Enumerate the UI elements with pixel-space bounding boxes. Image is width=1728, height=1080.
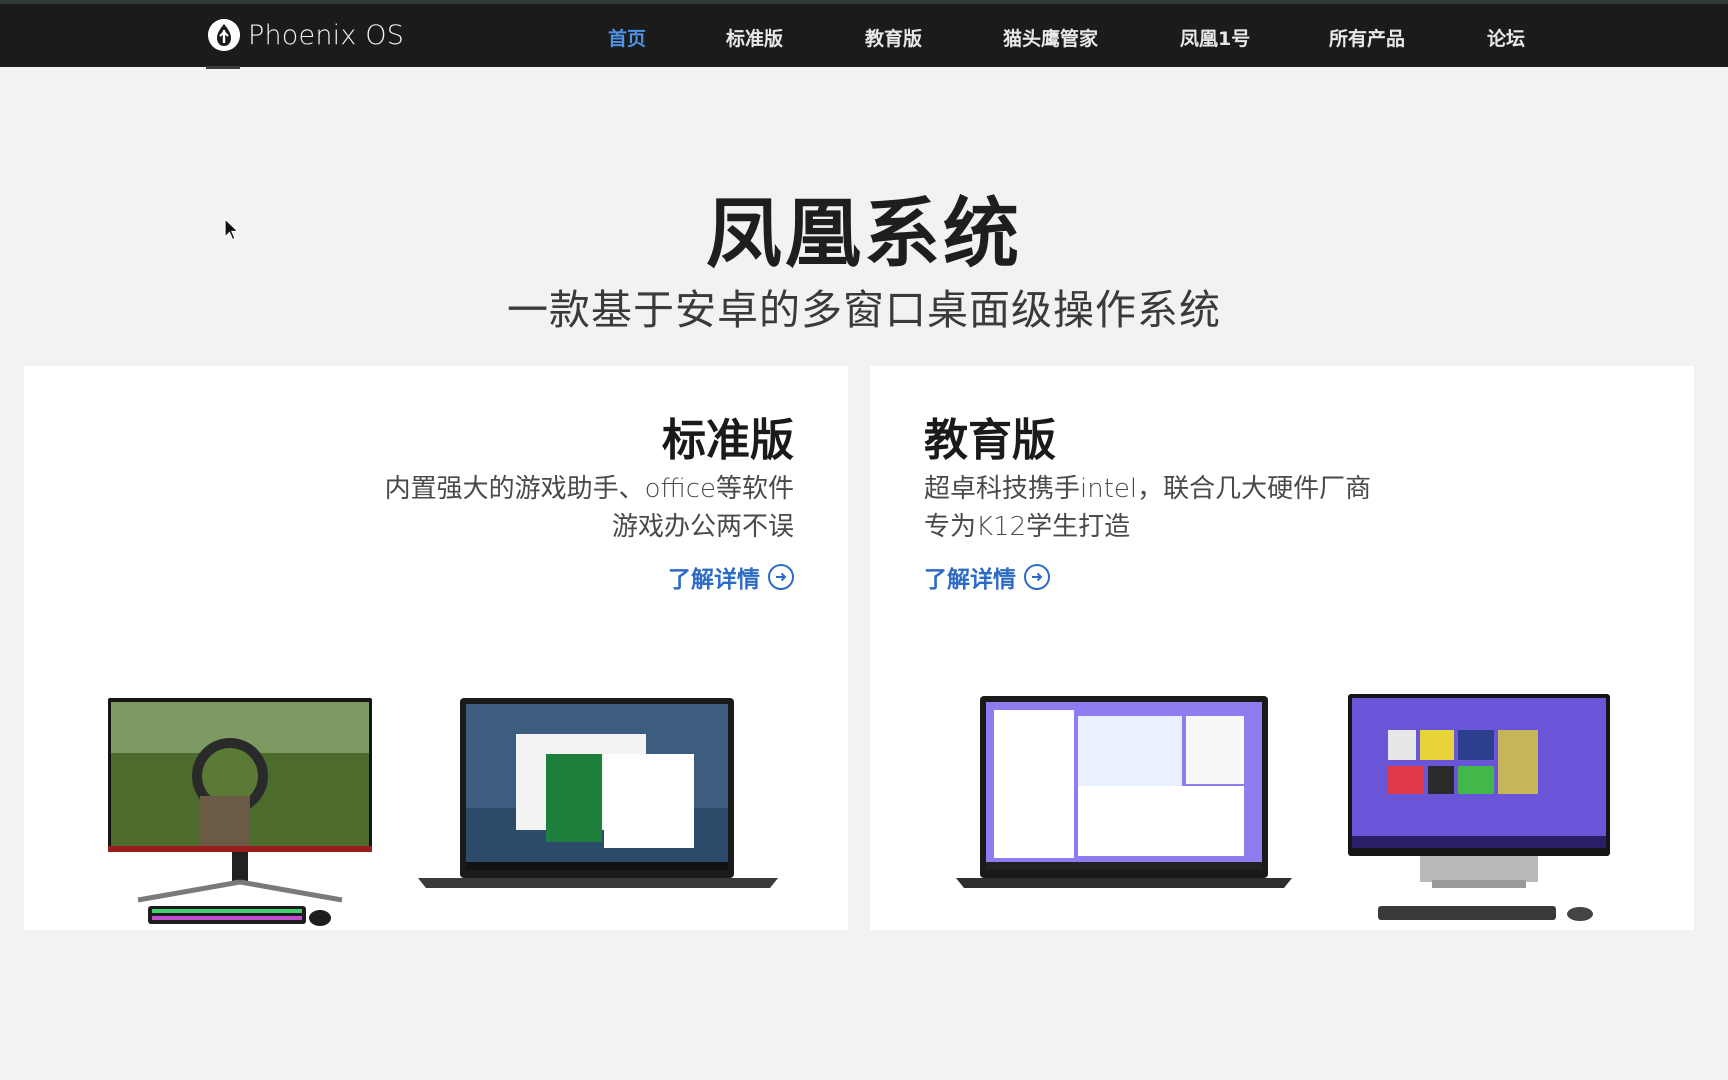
more-link-label: 了解详情 bbox=[924, 567, 1016, 593]
card-standard-desc-line1: 内置强大的游戏助手、office等软件 bbox=[384, 474, 794, 504]
card-education-title: 教育版 bbox=[924, 415, 1056, 466]
logo-underline bbox=[206, 66, 240, 69]
nav-item-phoenix-one[interactable]: 凤凰1号 bbox=[1180, 24, 1250, 51]
card-standard-description: 内置强大的游戏助手、office等软件 游戏办公两不误 bbox=[385, 470, 794, 546]
nav-item-all-products[interactable]: 所有产品 bbox=[1329, 24, 1405, 51]
arrow-right-circle-icon bbox=[768, 564, 794, 590]
nav-item-education[interactable]: 教育版 bbox=[865, 24, 922, 51]
card-education[interactable]: 教育版 超卓科技携手intel，联合几大硬件厂商 专为K12学生打造 了解详情 bbox=[870, 366, 1694, 930]
card-standard-title: 标准版 bbox=[662, 415, 794, 466]
card-standard-more-link[interactable]: 了解详情 bbox=[668, 560, 794, 594]
gaming-monitor-image bbox=[108, 698, 372, 930]
navbar: Phoenix OS 首页 标准版 教育版 猫头鹰管家 凤凰1号 所有产品 论坛 bbox=[0, 4, 1728, 69]
phoenix-logo-icon bbox=[208, 19, 240, 51]
page: Phoenix OS 首页 标准版 教育版 猫头鹰管家 凤凰1号 所有产品 论坛… bbox=[0, 0, 1728, 1080]
arrow-right-circle-icon bbox=[1024, 564, 1050, 590]
logo-text: Phoenix OS bbox=[248, 19, 405, 51]
card-standard-desc-line2: 游戏办公两不误 bbox=[611, 512, 794, 542]
laptop-office-image bbox=[418, 698, 778, 898]
nav-item-owl-manager[interactable]: 猫头鹰管家 bbox=[1003, 24, 1098, 51]
nav-item-standard[interactable]: 标准版 bbox=[726, 24, 783, 51]
nav-item-forum[interactable]: 论坛 bbox=[1487, 24, 1525, 51]
card-education-more-link[interactable]: 了解详情 bbox=[924, 560, 1050, 594]
all-in-one-desktop-image bbox=[1348, 694, 1618, 930]
hero-title: 凤凰系统 bbox=[706, 189, 1022, 278]
more-link-label: 了解详情 bbox=[668, 567, 760, 593]
nav-item-home[interactable]: 首页 bbox=[608, 24, 646, 51]
hero-subtitle: 一款基于安卓的多窗口桌面级操作系统 bbox=[507, 286, 1221, 334]
card-education-description: 超卓科技携手intel，联合几大硬件厂商 专为K12学生打造 bbox=[924, 470, 1371, 546]
card-standard[interactable]: 标准版 内置强大的游戏助手、office等软件 游戏办公两不误 了解详情 bbox=[24, 366, 848, 930]
education-laptop-image bbox=[956, 696, 1292, 896]
logo[interactable]: Phoenix OS bbox=[208, 18, 404, 52]
card-education-desc-line1: 超卓科技携手intel，联合几大硬件厂商 bbox=[924, 474, 1372, 504]
card-education-desc-line2: 专为K12学生打造 bbox=[924, 512, 1131, 542]
